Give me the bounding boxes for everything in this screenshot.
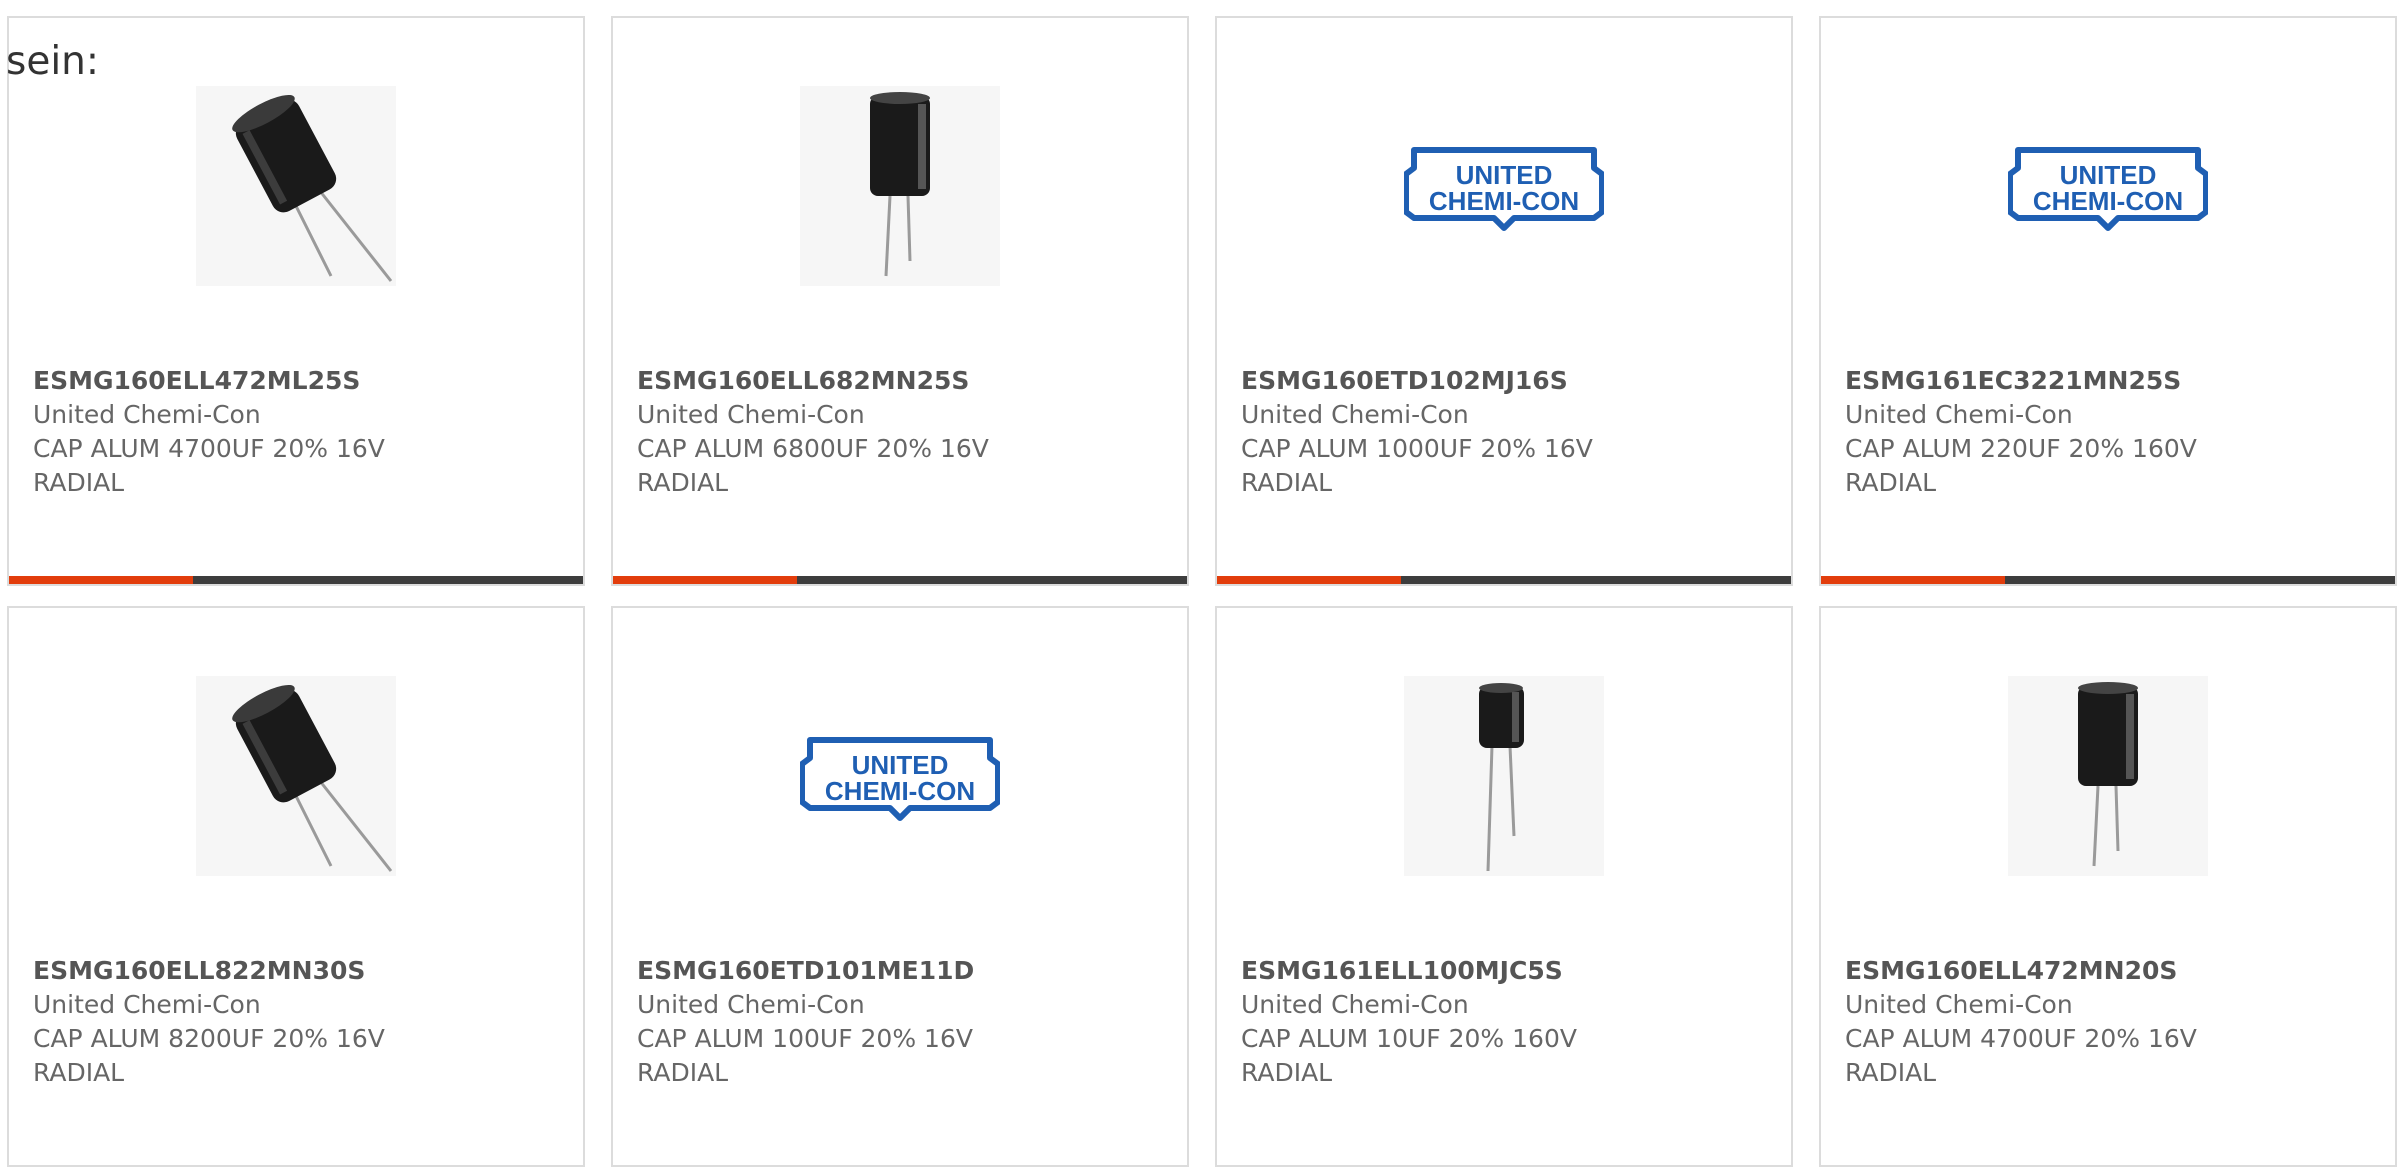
united-chemi-con-logo: UNITEDCHEMI-CON	[2008, 147, 2208, 231]
part-number[interactable]: ESMG161EC3221MN25S	[1845, 364, 2375, 398]
description: CAP ALUM 1000UF 20% 16V RADIAL	[1241, 434, 1593, 497]
capacitor-icon	[2008, 676, 2208, 876]
part-number[interactable]: ESMG160ELL472ML25S	[33, 364, 563, 398]
capacitor-icon	[1404, 676, 1604, 876]
united-chemi-con-logo: UNITEDCHEMI-CON	[800, 737, 1000, 821]
description: CAP ALUM 100UF 20% 16V RADIAL	[637, 1024, 973, 1087]
manufacturer: United Chemi-Con	[33, 400, 261, 429]
product-image[interactable]: UNITED CHEMI-CON	[2008, 86, 2208, 286]
description: CAP ALUM 8200UF 20% 16V RADIAL	[33, 1024, 385, 1087]
svg-text:CHEMI-CON: CHEMI-CON	[2033, 186, 2183, 216]
product-image[interactable]: UNITED CHEMI-CON	[800, 676, 1000, 876]
progress-fill	[9, 576, 193, 584]
progress-bar	[1821, 576, 2395, 584]
progress-bar	[613, 576, 1187, 584]
product-image[interactable]: UNITED CHEMI-CON	[1404, 86, 1604, 286]
progress-fill	[613, 576, 797, 584]
product-image[interactable]	[1404, 676, 1604, 876]
capacitor-icon	[800, 86, 1000, 286]
product-card[interactable]: ESMG161ELL100MJC5S United Chemi-Con CAP …	[1215, 606, 1793, 1167]
progress-bar	[9, 576, 583, 584]
part-number[interactable]: ESMG160ETD102MJ16S	[1241, 364, 1771, 398]
svg-text:CHEMI-CON: CHEMI-CON	[1429, 186, 1579, 216]
intro-text: sein:	[6, 39, 100, 84]
progress-fill	[1217, 576, 1401, 584]
progress-bar	[1217, 576, 1791, 584]
product-card[interactable]: UNITED CHEMI-CON ESMG161EC3221MN25S Unite…	[1819, 16, 2397, 586]
description: CAP ALUM 220UF 20% 160V RADIAL	[1845, 434, 2197, 497]
product-image[interactable]	[800, 86, 1000, 286]
product-card[interactable]: ESMG160ELL472MN20S United Chemi-Con CAP …	[1819, 606, 2397, 1167]
product-card[interactable]: UNITED CHEMI-CON ESMG160ETD102MJ16S Unite…	[1215, 16, 1793, 586]
description: CAP ALUM 6800UF 20% 16V RADIAL	[637, 434, 989, 497]
product-image[interactable]	[2008, 676, 2208, 876]
product-card[interactable]: ESMG160ELL682MN25S United Chemi-Con CAP …	[611, 16, 1189, 586]
description: CAP ALUM 4700UF 20% 16V RADIAL	[33, 434, 385, 497]
progress-fill	[1821, 576, 2005, 584]
part-number[interactable]: ESMG160ETD101ME11D	[637, 954, 1167, 988]
part-number[interactable]: ESMG160ELL472MN20S	[1845, 954, 2375, 988]
description: CAP ALUM 4700UF 20% 16V RADIAL	[1845, 1024, 2197, 1087]
manufacturer: United Chemi-Con	[1241, 990, 1469, 1019]
capacitor-icon	[196, 86, 396, 286]
product-image[interactable]	[196, 676, 396, 876]
manufacturer: United Chemi-Con	[637, 400, 865, 429]
svg-text:CHEMI-CON: CHEMI-CON	[825, 776, 975, 806]
product-card[interactable]: ESMG160ELL822MN30S United Chemi-Con CAP …	[7, 606, 585, 1167]
manufacturer: United Chemi-Con	[1241, 400, 1469, 429]
manufacturer: United Chemi-Con	[1845, 400, 2073, 429]
product-card[interactable]: UNITED CHEMI-CON ESMG160ETD101ME11D Unite…	[611, 606, 1189, 1167]
product-image[interactable]	[196, 86, 396, 286]
part-number[interactable]: ESMG161ELL100MJC5S	[1241, 954, 1771, 988]
part-number[interactable]: ESMG160ELL822MN30S	[33, 954, 563, 988]
manufacturer: United Chemi-Con	[637, 990, 865, 1019]
product-card[interactable]: ESMG160ELL472ML25S United Chemi-Con CAP …	[7, 16, 585, 586]
united-chemi-con-logo: UNITEDCHEMI-CON	[1404, 147, 1604, 231]
capacitor-icon	[196, 676, 396, 876]
description: CAP ALUM 10UF 20% 160V RADIAL	[1241, 1024, 1577, 1087]
manufacturer: United Chemi-Con	[33, 990, 261, 1019]
part-number[interactable]: ESMG160ELL682MN25S	[637, 364, 1167, 398]
product-grid: ESMG160ELL472ML25S United Chemi-Con CAP …	[0, 0, 2400, 1167]
manufacturer: United Chemi-Con	[1845, 990, 2073, 1019]
